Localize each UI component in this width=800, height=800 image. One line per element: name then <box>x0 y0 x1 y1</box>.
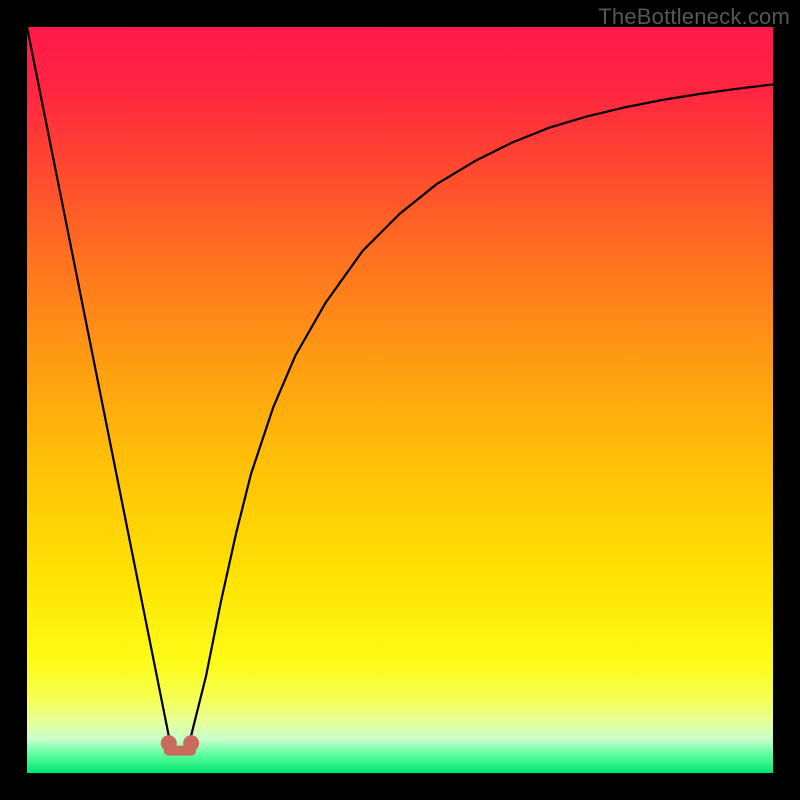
chart-frame <box>27 27 773 773</box>
chart-svg <box>27 27 773 773</box>
marker-min-right <box>183 735 199 751</box>
marker-min-left <box>161 735 177 751</box>
gradient-background <box>27 27 773 773</box>
watermark-text: TheBottleneck.com <box>598 4 790 30</box>
plot-area <box>27 27 773 773</box>
